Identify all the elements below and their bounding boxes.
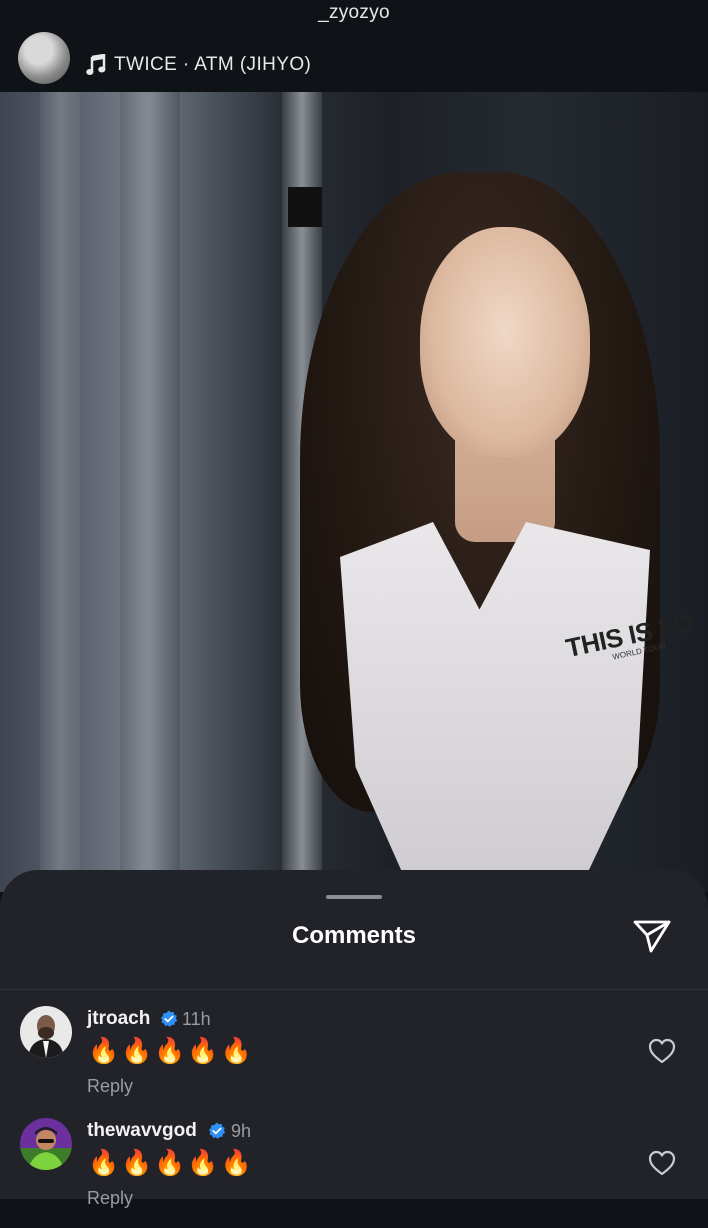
profile-username[interactable]: _zyozyo [0,2,708,24]
drag-handle[interactable] [326,895,382,899]
like-heart-icon[interactable] [648,1150,676,1176]
verified-badge-icon [208,1122,226,1139]
share-send-icon[interactable] [632,918,672,954]
music-note-icon [86,54,106,75]
curtain-fold [40,92,80,892]
like-heart-icon[interactable] [648,1038,676,1064]
curtain-fold [120,92,180,892]
comment-text: 🔥🔥🔥🔥🔥 [88,1036,254,1065]
comment-text: 🔥🔥🔥🔥🔥 [88,1148,254,1177]
verified-badge-icon [160,1010,178,1027]
top-bar: _zyozyo [0,0,708,51]
comment-item: jtroach 11h 🔥🔥🔥🔥🔥 Reply [0,1006,708,1116]
avatar[interactable] [20,1118,72,1170]
sheet-title: Comments [291,922,417,949]
comment-item: thewavvgod 9h 🔥🔥🔥🔥🔥 Reply [0,1118,708,1228]
divider [0,989,708,990]
avatar[interactable] [18,32,70,84]
comments-sheet: Comments jtroach 11h 🔥🔥🔥🔥🔥 Reply thewavv… [0,870,708,1208]
person-face [420,227,590,457]
tape [288,187,322,227]
comment-time: 9h [231,1121,252,1141]
post-photo[interactable]: THIS IS FO WORLD TOUR [0,92,708,892]
post-header: TWICE · ATM (JIHYO) [0,32,708,92]
comment-username[interactable]: thewavvgod [87,1120,197,1142]
comment-time: 11h [182,1009,211,1029]
song-label[interactable]: TWICE · ATM (JIHYO) [114,54,311,76]
avatar[interactable] [20,1006,72,1058]
comment-username[interactable]: jtroach [87,1008,150,1030]
reply-button[interactable]: Reply [87,1076,133,1097]
